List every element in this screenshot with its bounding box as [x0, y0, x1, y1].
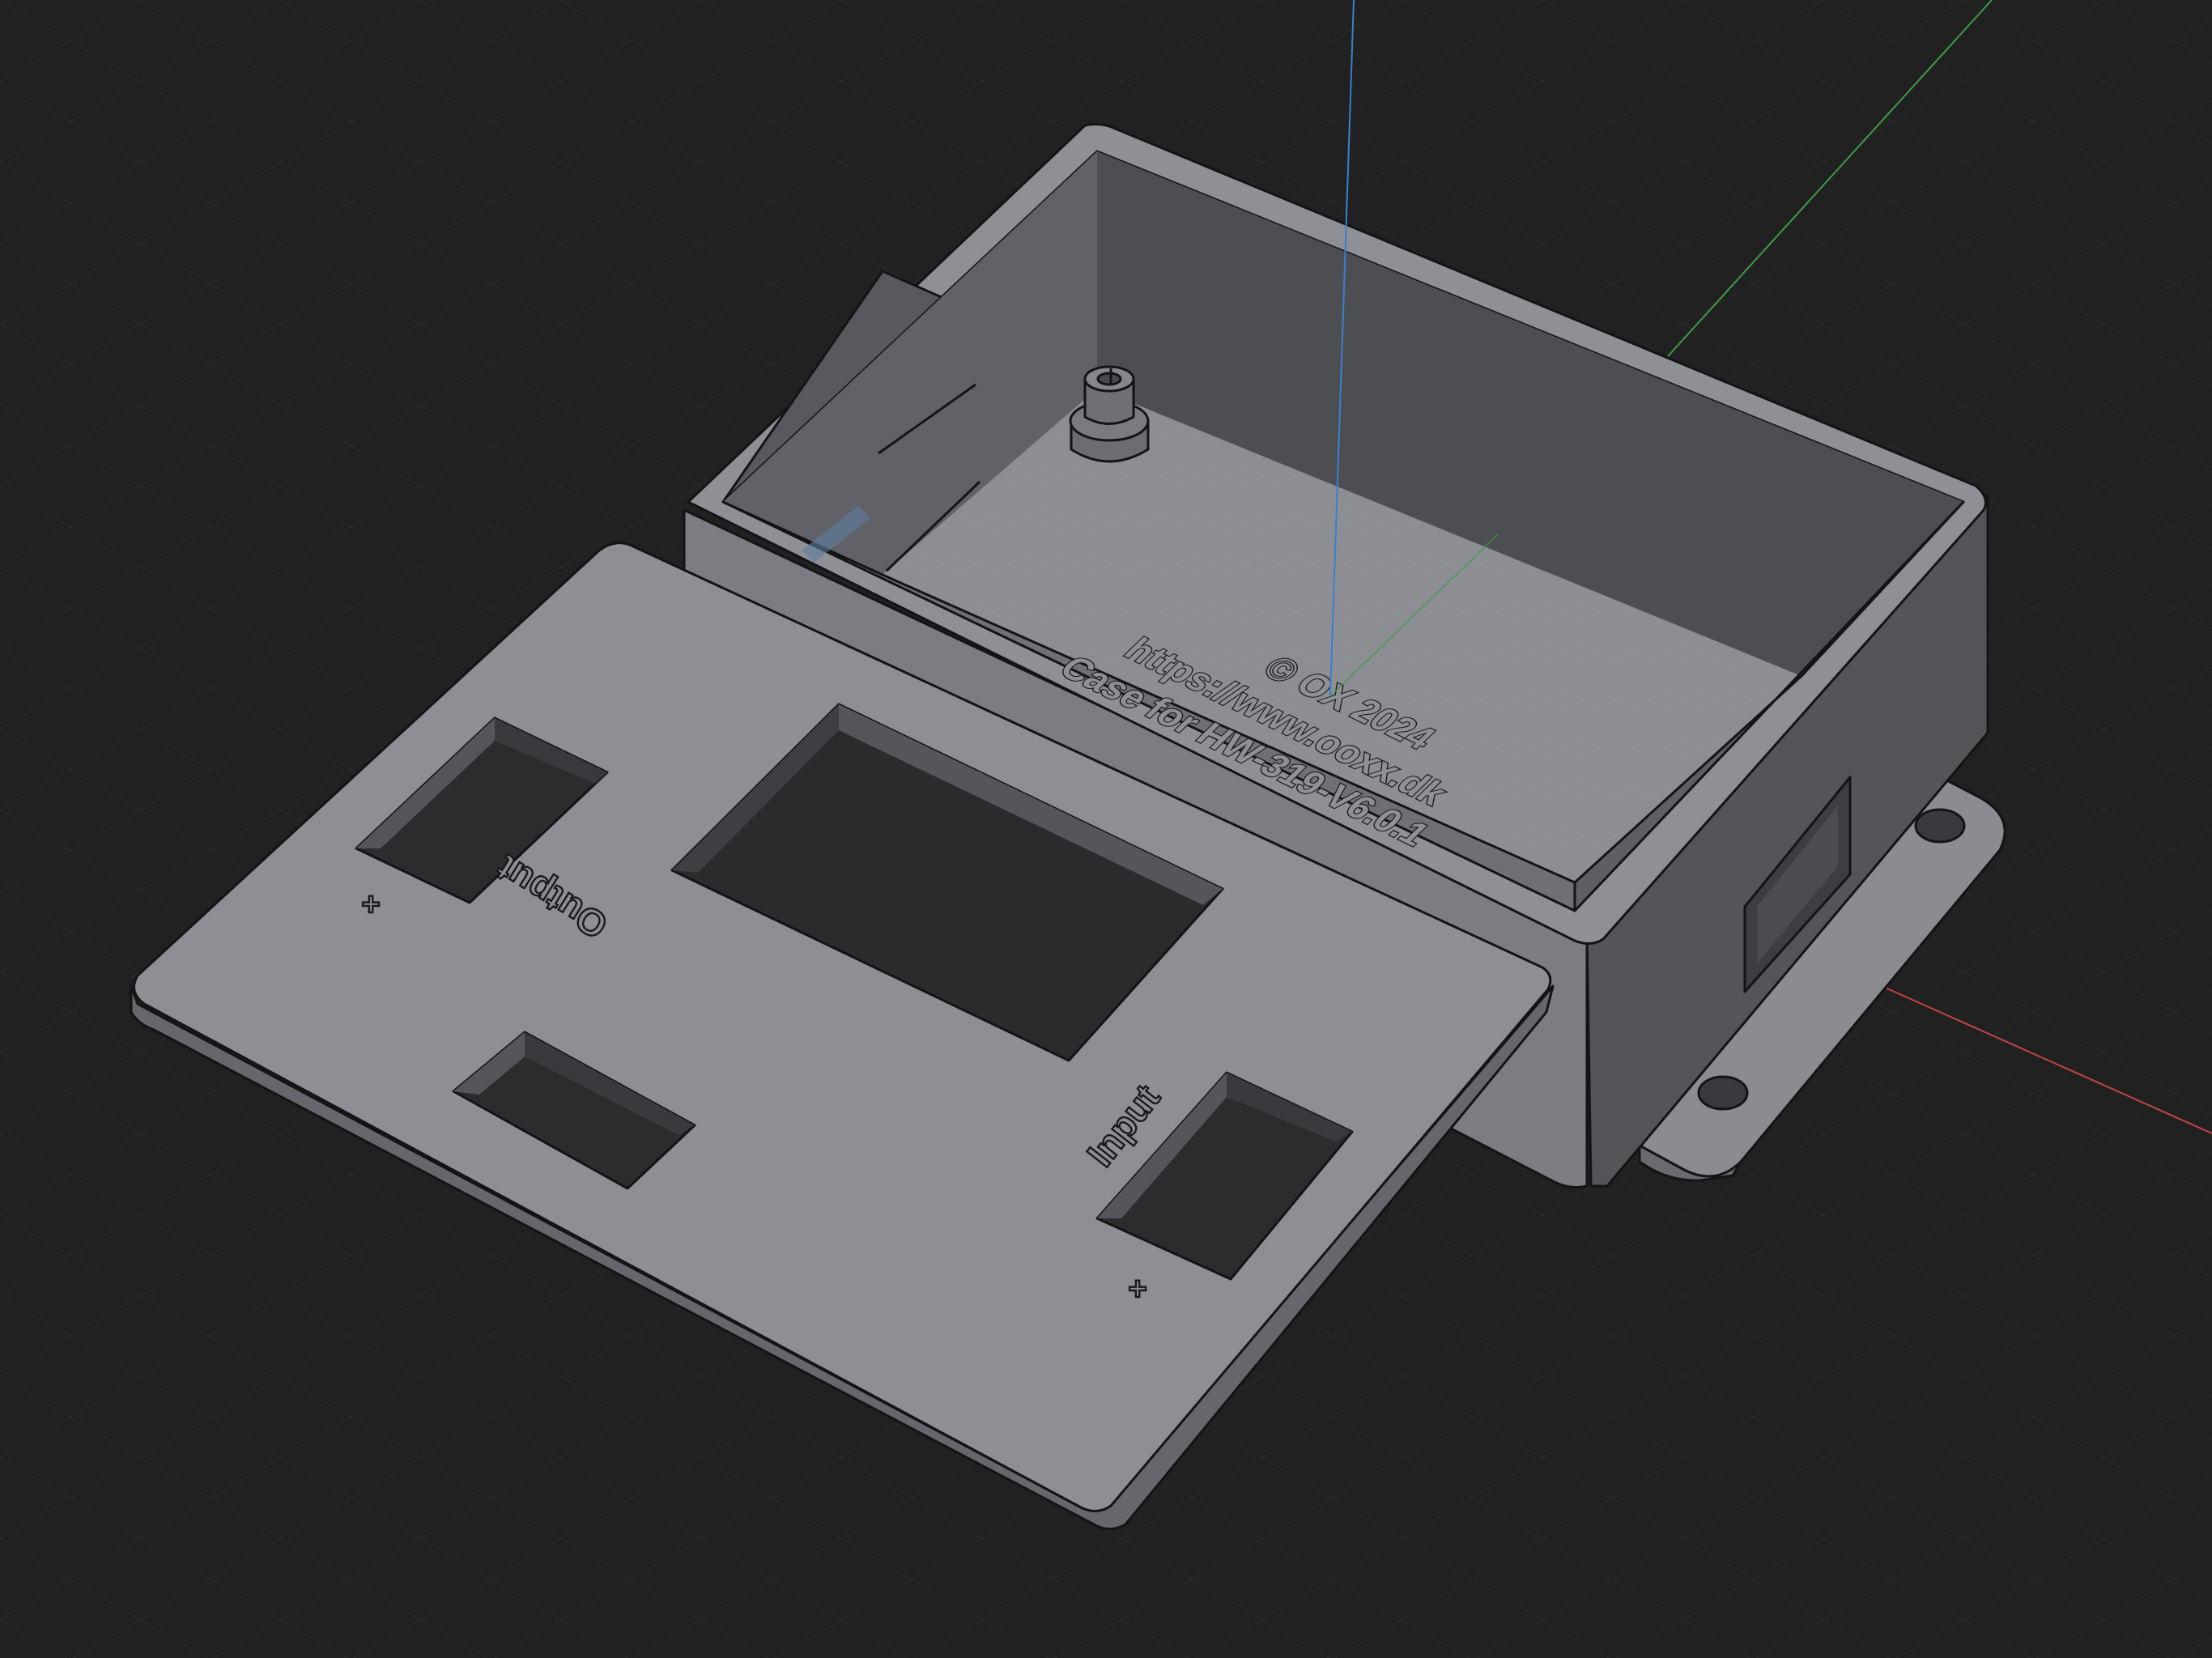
mounting-hole-bottom	[1697, 1075, 1749, 1111]
input-polarity-mark: +	[1128, 1271, 1146, 1307]
output-polarity-mark: +	[361, 886, 380, 922]
3d-viewport[interactable]: © OX 2024 https://www.ooxx.dk Case for H…	[0, 0, 2212, 1658]
mounting-hole-top	[1914, 808, 1966, 844]
